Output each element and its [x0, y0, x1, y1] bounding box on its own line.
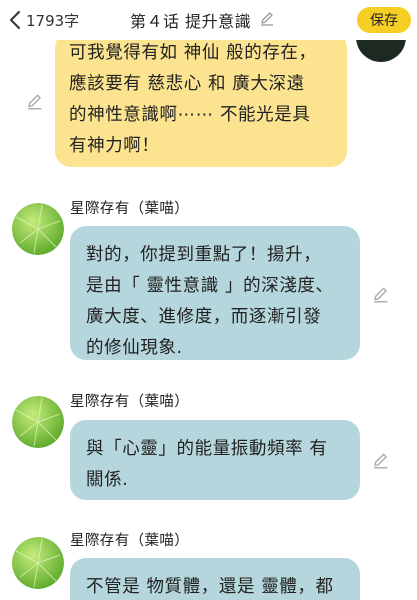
- chat-area[interactable]: 可我覺得有如 神仙 般的存在， 應該要有 慈悲心 和 廣大深遠 的神性意識啊⋯⋯…: [0, 40, 417, 600]
- message-line: 與「心靈」的能量振動頻率 有: [86, 439, 328, 459]
- title-area[interactable]: 第４话 提升意識: [130, 8, 275, 32]
- message-line: 對的，你提到重點了！揚升，: [86, 245, 322, 265]
- bot-message-bubble[interactable]: 不管是 物質體，還是 靈體，都: [70, 558, 360, 600]
- user-message-bubble[interactable]: 可我覺得有如 神仙 般的存在， 應該要有 慈悲心 和 廣大深遠 的神性意識啊⋯⋯…: [55, 40, 347, 167]
- edit-message-icon[interactable]: [26, 92, 44, 110]
- message-line: 應該要有 慈悲心 和 廣大深遠: [69, 74, 305, 94]
- sender-name: 星際存有（葉喵）: [70, 533, 190, 549]
- page-title: 第４话 提升意識: [130, 12, 252, 31]
- bot-message-bubble[interactable]: 與「心靈」的能量振動頻率 有 關係.: [70, 420, 360, 500]
- save-button[interactable]: 保存: [357, 7, 411, 33]
- message-line: 有神力啊！: [69, 136, 160, 156]
- user-avatar: [356, 40, 406, 62]
- pencil-icon[interactable]: [259, 10, 275, 30]
- top-bar: 1793字 第４话 提升意識 保存: [0, 0, 417, 40]
- message-line: 廣大度、進修度，而逐漸引發: [86, 307, 322, 327]
- bot-message-bubble[interactable]: 對的，你提到重點了！揚升， 是由「 靈性意識 」的深淺度、 廣大度、進修度，而逐…: [70, 226, 360, 360]
- message-line: 的神性意識啊⋯⋯ 不能光是具: [69, 105, 311, 125]
- sender-name: 星際存有（葉喵）: [70, 201, 190, 217]
- bot-avatar[interactable]: [12, 537, 64, 589]
- message-line: 可我覺得有如 神仙 般的存在，: [69, 43, 317, 63]
- message-line: 是由「 靈性意識 」的深淺度、: [86, 276, 334, 296]
- bot-avatar[interactable]: [12, 396, 64, 448]
- back-chevron-icon: [8, 10, 22, 30]
- edit-message-icon[interactable]: [372, 451, 390, 469]
- message-line: 關係.: [86, 470, 129, 490]
- word-count: 1793字: [26, 11, 80, 30]
- sender-name: 星際存有（葉喵）: [70, 394, 190, 410]
- bot-avatar[interactable]: [12, 203, 64, 255]
- edit-message-icon[interactable]: [372, 285, 390, 303]
- back-button[interactable]: 1793字: [8, 8, 79, 32]
- message-line: 不管是 物質體，還是 靈體，都: [86, 577, 334, 597]
- message-line: 的修仙現象.: [86, 338, 183, 358]
